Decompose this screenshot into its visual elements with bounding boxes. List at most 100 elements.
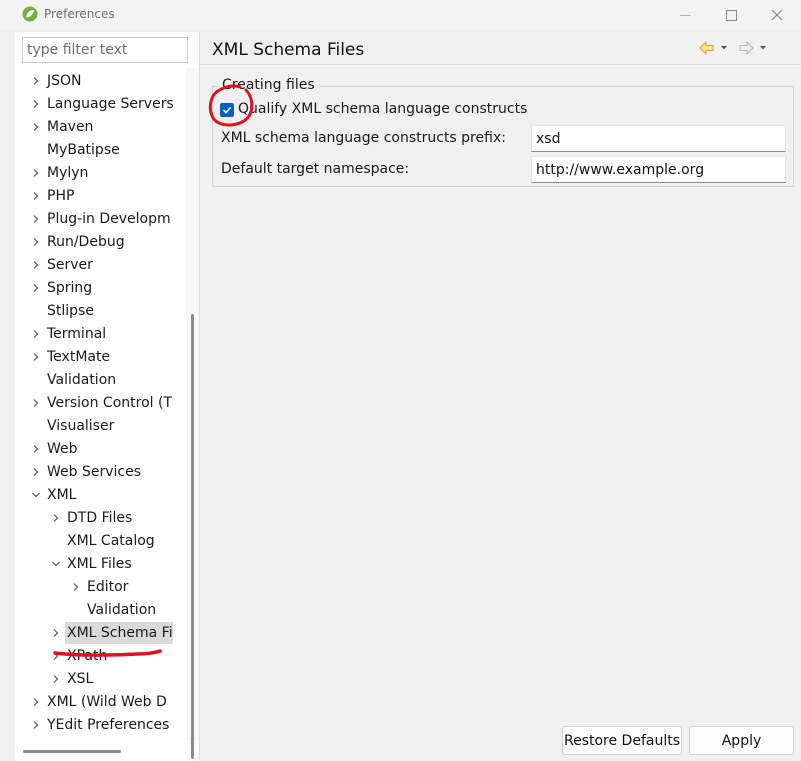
apply-button[interactable]: Apply [689, 726, 794, 755]
tree-item[interactable]: Server [15, 254, 173, 276]
minimize-button[interactable] [662, 0, 708, 30]
window-title: Preferences [44, 7, 115, 21]
chevron-down-icon[interactable] [50, 553, 62, 575]
chevron-right-icon[interactable] [30, 93, 42, 115]
tree-item-label: XPath [67, 648, 108, 664]
tree-item-label: XML Catalog [67, 533, 155, 549]
tree-item[interactable]: XML Catalog [15, 530, 173, 552]
tree-item[interactable]: XML Files [15, 553, 173, 575]
tree-item[interactable]: XML Schema Fi [15, 622, 173, 644]
tree-item-label: Mylyn [47, 165, 89, 181]
tree-item[interactable]: Mylyn [15, 162, 173, 184]
chevron-right-icon[interactable] [50, 622, 62, 644]
tree-item-label: Spring [47, 280, 93, 296]
tree-item-label: MyBatipse [47, 142, 120, 158]
chevron-right-icon[interactable] [50, 645, 62, 667]
chevron-right-icon[interactable] [30, 323, 42, 345]
chevron-right-icon[interactable] [30, 162, 42, 184]
tree-item-label: Visualiser [47, 418, 115, 434]
chevron-right-icon[interactable] [30, 254, 42, 276]
maximize-button[interactable] [708, 0, 754, 30]
preferences-nav-panel: JSON Language Servers Maven MyBatipse Mylyn P… [15, 32, 199, 761]
tree-item-label: XML [47, 487, 77, 503]
tree-item[interactable]: Language Servers [15, 93, 173, 115]
tree-item[interactable]: Maven [15, 116, 173, 138]
tree-item-label: Validation [87, 602, 157, 618]
close-button[interactable] [754, 0, 800, 30]
chevron-right-icon[interactable] [30, 231, 42, 253]
chevron-right-icon[interactable] [30, 714, 42, 736]
tree-item[interactable]: Validation [15, 369, 173, 391]
prefix-input[interactable] [531, 125, 786, 152]
tree-item-label: DTD Files [67, 510, 133, 526]
checkmark-icon [222, 106, 232, 114]
tree-item[interactable]: PHP [15, 185, 173, 207]
tree-horizontal-scroll-thumb[interactable] [23, 750, 121, 753]
tree-item[interactable]: Terminal [15, 323, 173, 345]
title-bar: Preferences [0, 0, 801, 30]
tree-item-label: Language Servers [47, 96, 173, 112]
tree-vertical-scroll-thumb[interactable] [191, 314, 194, 759]
chevron-right-icon[interactable] [30, 691, 42, 713]
chevron-right-icon[interactable] [30, 438, 42, 460]
maximize-icon [725, 9, 737, 21]
tree-item[interactable]: Run/Debug [15, 231, 173, 253]
tree-item[interactable]: XML (Wild Web D [15, 691, 173, 713]
close-icon [771, 9, 783, 21]
tree-item[interactable]: Editor [15, 576, 173, 598]
minimize-icon [679, 14, 691, 16]
tree-item[interactable]: XML [15, 484, 173, 506]
chevron-right-icon[interactable] [30, 461, 42, 483]
chevron-right-icon[interactable] [30, 116, 42, 138]
tree-item-label: Web Services [47, 464, 142, 480]
chevron-right-icon[interactable] [30, 185, 42, 207]
chevron-right-icon[interactable] [50, 507, 62, 529]
chevron-right-icon[interactable] [50, 668, 62, 690]
group-legend: Creating files [219, 77, 318, 93]
tree-item[interactable]: JSON [15, 70, 173, 92]
tree-item-label: XML (Wild Web D [47, 694, 167, 710]
tree-item[interactable]: DTD Files [15, 507, 173, 529]
history-nav [697, 38, 777, 58]
tree-item[interactable]: Spring [15, 277, 173, 299]
tree-item-label: XSL [67, 671, 94, 687]
tree-item[interactable]: YEdit Preferences [15, 714, 173, 736]
tree-item-label: Version Control (T [47, 395, 173, 411]
restore-defaults-button[interactable]: Restore Defaults [562, 726, 682, 755]
page-title: XML Schema Files [212, 40, 365, 60]
tree-item[interactable]: Stlipse [15, 300, 173, 322]
chevron-right-icon[interactable] [70, 576, 82, 598]
tree-item-label: Server [47, 257, 93, 273]
chevron-right-icon[interactable] [30, 208, 42, 230]
filter-input[interactable] [22, 37, 188, 63]
tree-item-label: Plug-in Developm [47, 211, 171, 227]
qualify-label[interactable]: Qualify XML schema language constructs [238, 101, 527, 117]
chevron-right-icon[interactable] [30, 392, 42, 414]
chevron-right-icon[interactable] [30, 70, 42, 92]
chevron-down-icon[interactable] [30, 484, 42, 506]
namespace-label: Default target namespace: [221, 161, 410, 177]
back-arrow-icon[interactable] [699, 40, 714, 56]
tree-item[interactable]: Plug-in Developm [15, 208, 173, 230]
tree-item-label: YEdit Preferences [47, 717, 170, 733]
qualify-checkbox[interactable] [220, 103, 234, 117]
tree-item[interactable]: Web Services [15, 461, 173, 483]
tree-item[interactable]: XSL [15, 668, 173, 690]
tree-item-label: Maven [47, 119, 94, 135]
tree-item[interactable]: Version Control (T [15, 392, 173, 414]
tree-item[interactable]: XPath [15, 645, 173, 667]
spring-leaf-icon [22, 6, 38, 22]
back-menu-chevron-icon[interactable] [721, 46, 727, 50]
prefix-label: XML schema language constructs prefix: [221, 130, 506, 146]
tree-item[interactable]: Web [15, 438, 173, 460]
tree-item[interactable]: TextMate [15, 346, 173, 368]
namespace-input[interactable] [531, 156, 786, 183]
panel-divider[interactable] [199, 32, 200, 761]
forward-menu-chevron-icon[interactable] [760, 46, 766, 50]
tree-item[interactable]: Validation [15, 599, 173, 621]
tree-item[interactable]: MyBatipse [15, 139, 173, 161]
forward-arrow-icon[interactable] [739, 40, 754, 56]
chevron-right-icon[interactable] [30, 346, 42, 368]
tree-item[interactable]: Visualiser [15, 415, 173, 437]
chevron-right-icon[interactable] [30, 277, 42, 299]
